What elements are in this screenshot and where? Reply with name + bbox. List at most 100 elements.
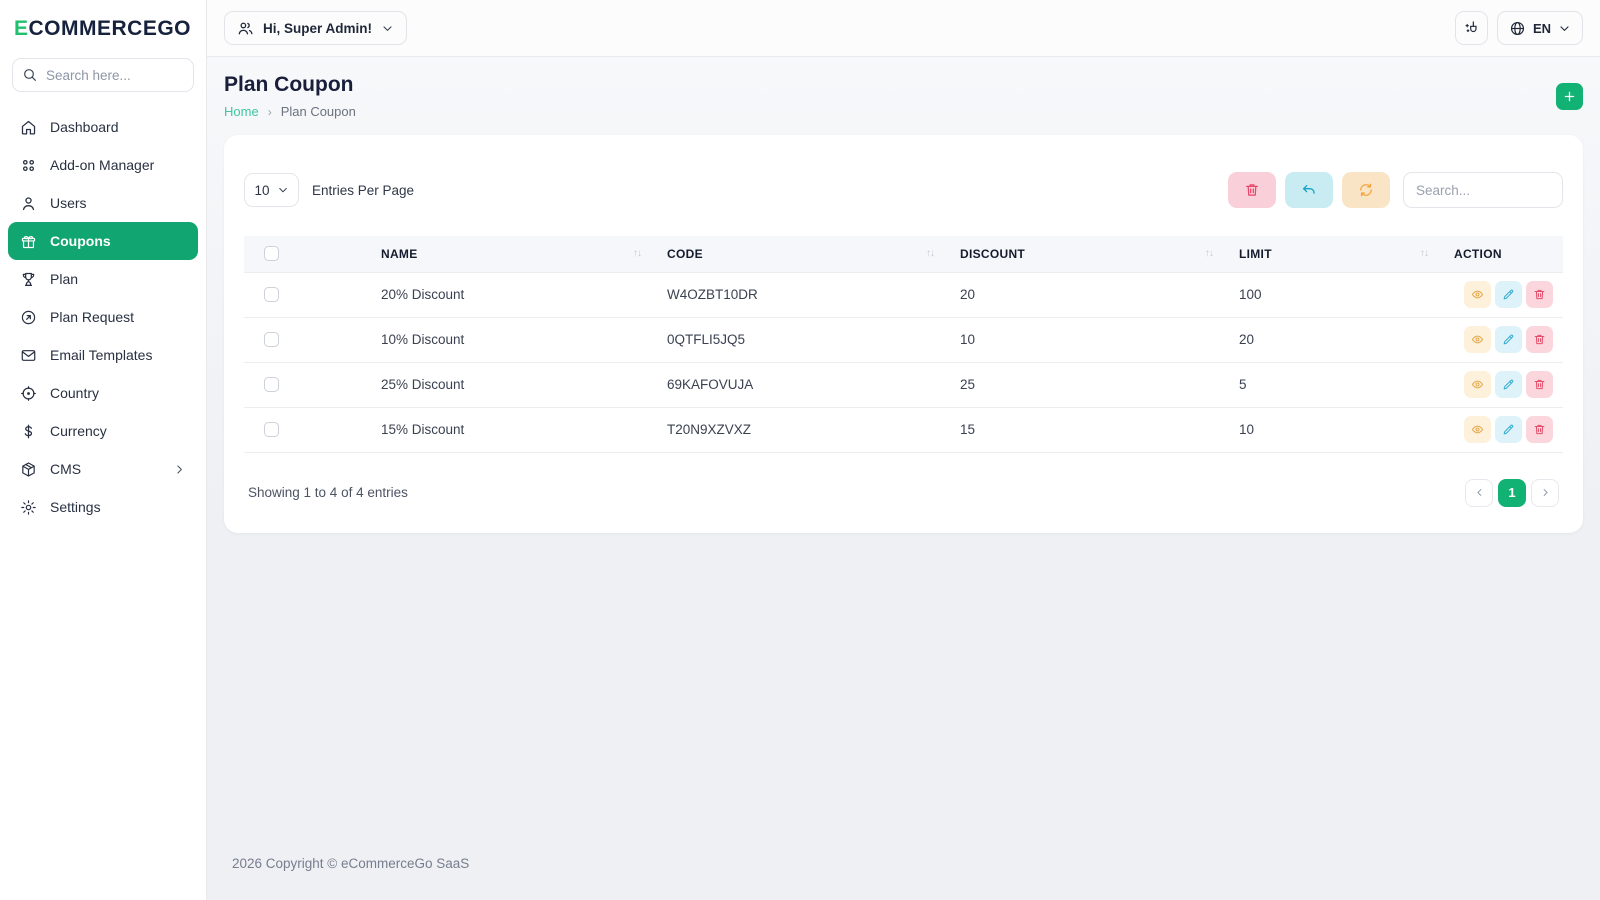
cell-limit: 20 [1219, 316, 1434, 362]
column-header-limit[interactable]: LIMIT ↑↓ [1219, 236, 1434, 272]
row-checkbox[interactable] [264, 287, 279, 302]
trash-icon [1534, 289, 1545, 300]
column-header-code[interactable]: CODE ↑↓ [647, 236, 940, 272]
edit-button[interactable] [1495, 326, 1522, 353]
user-menu-label: Hi, Super Admin! [263, 20, 373, 36]
row-checkbox[interactable] [264, 377, 279, 392]
trophy-icon [22, 272, 35, 286]
gear-icon [21, 499, 36, 515]
delete-button[interactable] [1526, 281, 1553, 308]
breadcrumb: Home › Plan Coupon [224, 104, 356, 119]
select-all-checkbox[interactable] [264, 246, 279, 262]
chevron-down-icon [278, 188, 287, 193]
column-label: DISCOUNT [960, 246, 1026, 261]
coupons-table: NAME ↑↓ CODE ↑↓ DISCOUNT ↑↓ LIMIT ↑↓ ACTION … [244, 236, 1563, 453]
trash-icon [1246, 184, 1258, 196]
sidebar-item-plan-request[interactable]: Plan Request [8, 298, 198, 336]
sidebar-item-users[interactable]: Users [8, 184, 198, 222]
edit-button[interactable] [1495, 371, 1522, 398]
cell-code: 69KAFOVUJA [647, 361, 940, 407]
cell-discount: 15 [940, 406, 1219, 453]
pagination-next-button[interactable] [1531, 478, 1559, 507]
cell-code: 0QTFLI5JQ5 [647, 316, 940, 362]
pencil-icon [1503, 334, 1514, 345]
chevron-down-icon [383, 25, 392, 31]
sidebar-item-label: Plan Request [50, 309, 135, 325]
column-label: NAME [381, 246, 418, 261]
brand-logo[interactable]: ECOMMERCEGO [0, 0, 206, 53]
delete-button[interactable] [1526, 326, 1553, 353]
cell-name: 15% Discount [361, 406, 647, 453]
cell-limit: 100 [1219, 271, 1434, 317]
page-title: Plan Coupon [224, 73, 354, 96]
column-label: ACTION [1454, 246, 1502, 261]
language-select-button[interactable]: EN [1496, 11, 1583, 45]
sidebar-item-label: Dashboard [50, 119, 119, 135]
cell-limit: 5 [1219, 361, 1434, 407]
refresh-button[interactable] [1342, 172, 1390, 208]
sidebar-item-addon-manager[interactable]: Add-on Manager [8, 146, 198, 184]
row-checkbox[interactable] [264, 332, 279, 347]
view-button[interactable] [1464, 416, 1491, 443]
delete-button[interactable] [1526, 371, 1553, 398]
column-header-discount[interactable]: DISCOUNT ↑↓ [940, 236, 1219, 272]
topbar: Hi, Super Admin! EN [207, 0, 1600, 57]
undo-button[interactable] [1285, 172, 1333, 208]
entries-per-page-value: 10 [254, 182, 270, 198]
sort-icon: ↑↓ [1420, 248, 1429, 260]
table-search [1403, 172, 1563, 208]
clear-cache-button[interactable] [1454, 11, 1488, 45]
table-footer: Showing 1 to 4 of 4 entries 1 [244, 453, 1563, 533]
view-button[interactable] [1464, 281, 1491, 308]
column-header-name[interactable]: NAME ↑↓ [361, 236, 647, 272]
sidebar-search-input[interactable] [12, 58, 194, 92]
sidebar-item-label: Currency [50, 423, 107, 439]
sidebar-search [12, 58, 194, 92]
entries-per-page-select[interactable]: 10 [244, 173, 299, 207]
breadcrumb-separator: › [267, 104, 272, 119]
sidebar-item-label: Email Templates [50, 347, 153, 363]
sidebar-item-label: Plan [50, 271, 79, 287]
add-coupon-button[interactable] [1556, 83, 1583, 110]
table-row: 25% Discount 69KAFOVUJA 25 5 [244, 361, 1563, 407]
eye-icon [1471, 290, 1484, 299]
row-checkbox[interactable] [264, 422, 279, 437]
table-controls: 10 Entries Per Page [244, 172, 1563, 208]
pagination-prev-button[interactable] [1465, 478, 1493, 507]
breadcrumb-home-link[interactable]: Home [224, 104, 259, 119]
sidebar-item-email-templates[interactable]: Email Templates [8, 336, 198, 374]
edit-button[interactable] [1495, 416, 1522, 443]
main-area: Hi, Super Admin! EN Plan Coupon Home › P… [207, 0, 1600, 900]
sidebar-item-currency[interactable]: Currency [8, 412, 198, 450]
cell-discount: 20 [940, 271, 1219, 317]
brand-logo-prefix: E [14, 17, 29, 40]
cell-code: T20N9XZVXZ [647, 406, 940, 453]
view-button[interactable] [1464, 326, 1491, 353]
gift-icon [21, 235, 36, 248]
sidebar-item-label: Coupons [50, 233, 111, 249]
sidebar-nav: Dashboard Add-on Manager Users Coupons P… [0, 104, 206, 530]
cell-code: W4OZBT10DR [647, 271, 940, 317]
cell-name: 25% Discount [361, 361, 647, 407]
sidebar-item-cms[interactable]: CMS [8, 450, 198, 488]
table-search-input[interactable] [1403, 172, 1563, 208]
pagination-page-1-button[interactable]: 1 [1498, 478, 1526, 507]
eye-icon [1471, 425, 1484, 434]
sidebar-item-dashboard[interactable]: Dashboard [8, 108, 198, 146]
edit-button[interactable] [1495, 281, 1522, 308]
sidebar-item-label: CMS [50, 461, 82, 477]
column-label: CODE [667, 246, 703, 261]
user-menu-button[interactable]: Hi, Super Admin! [224, 11, 408, 45]
delete-button[interactable] [1526, 416, 1553, 443]
bulk-delete-button[interactable] [1228, 172, 1276, 208]
view-button[interactable] [1464, 371, 1491, 398]
sidebar-item-plan[interactable]: Plan [8, 260, 198, 298]
trash-icon [1534, 424, 1545, 435]
sidebar-item-coupons[interactable]: Coupons [8, 222, 198, 260]
sidebar-item-country[interactable]: Country [8, 374, 198, 412]
column-header-action: ACTION [1434, 236, 1563, 272]
chevron-left-icon [1476, 489, 1481, 496]
sidebar-item-settings[interactable]: Settings [8, 488, 198, 526]
entries-per-page-label: Entries Per Page [312, 182, 415, 198]
page-header-left: Plan Coupon Home › Plan Coupon [224, 73, 356, 119]
